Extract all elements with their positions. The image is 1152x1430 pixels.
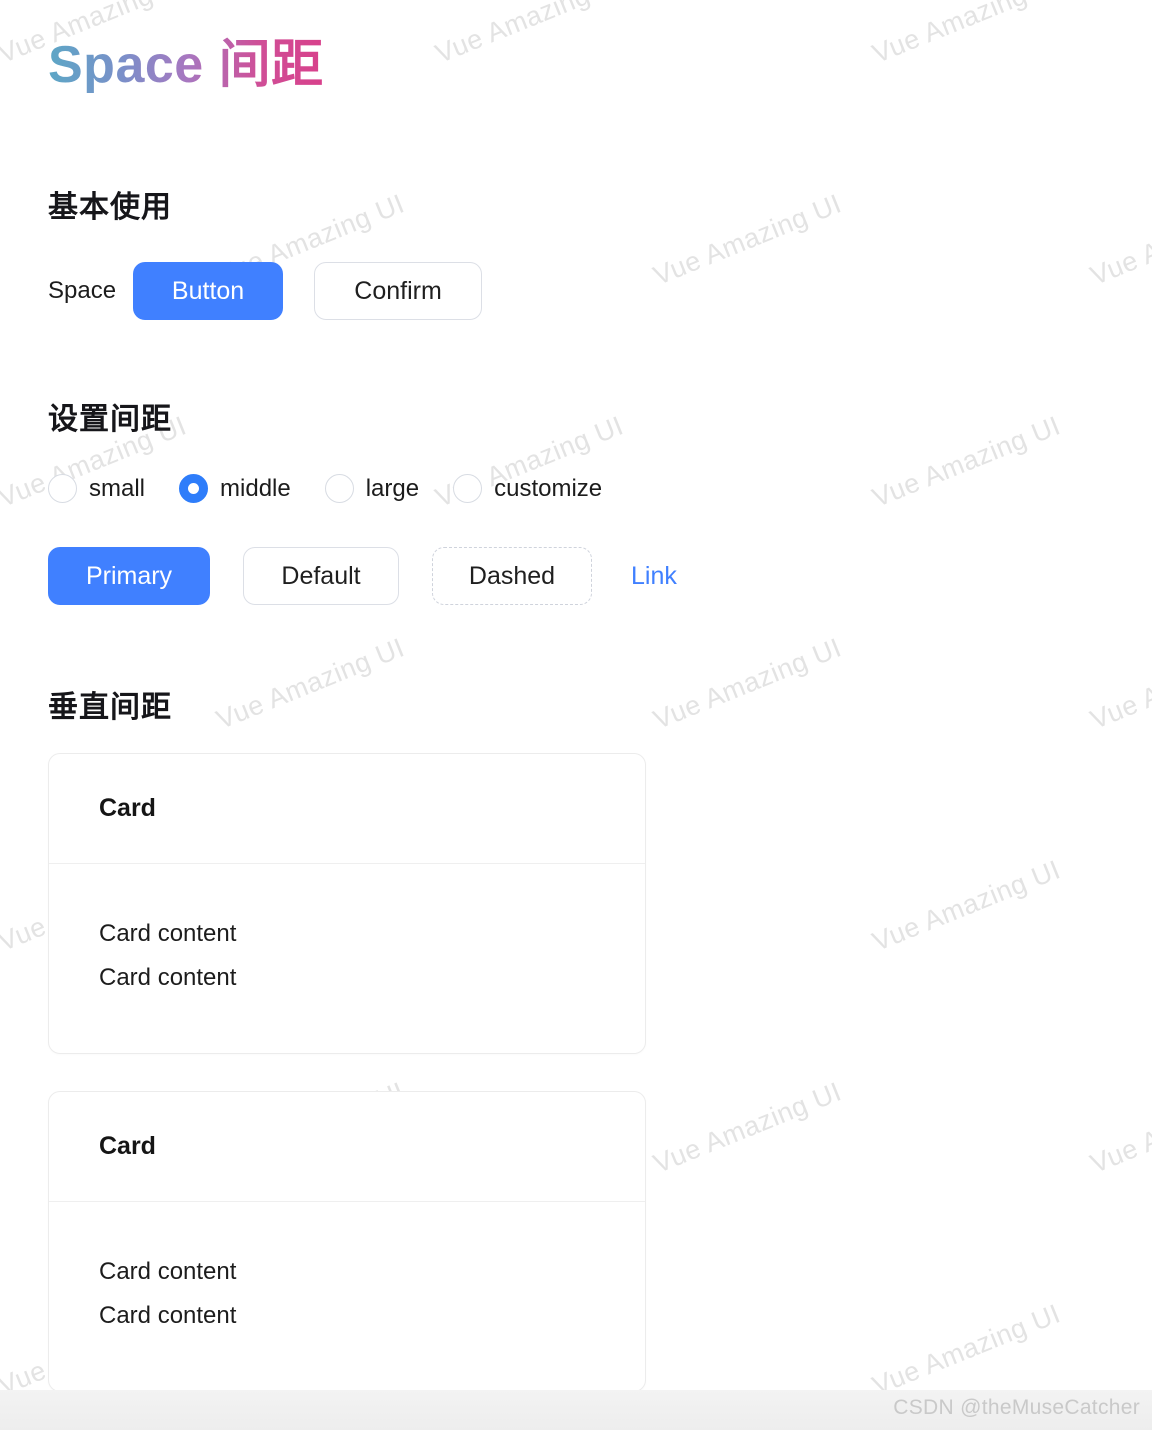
watermark-text: Vue Amazing UI <box>868 1298 1065 1401</box>
watermark-text: Vue Amazing UI <box>1086 188 1152 291</box>
button-basic-button[interactable]: Button <box>133 262 284 320</box>
watermark-text: Vue Amazing UI <box>649 1076 846 1179</box>
radio-label-large: large <box>365 474 420 502</box>
section-heading-setting: 设置间距 <box>48 402 172 437</box>
button-dashed[interactable]: Dashed <box>432 547 592 605</box>
basic-usage-row: Space Button Confirm <box>48 262 483 320</box>
watermark-text: Vue Amazing UI <box>1086 632 1152 735</box>
card: Card Card content Card content <box>48 753 646 1054</box>
spacing-demo-button-row: Primary Default Dashed Link <box>48 547 683 605</box>
page-title-en: Space <box>48 36 204 94</box>
card-title: Card <box>99 1131 156 1160</box>
footer-credit: CSDN @theMuseCatcher <box>893 1396 1140 1419</box>
watermark-text: Vue Amazing UI <box>649 632 846 735</box>
page-title: Space 间距 <box>0 0 324 96</box>
button-basic-confirm[interactable]: Confirm <box>314 262 483 320</box>
radio-item-small[interactable]: small <box>48 474 145 503</box>
radio-circle-icon <box>324 474 354 503</box>
radio-item-large[interactable]: large <box>324 474 420 503</box>
watermark-text: Vue Amazing UI <box>1086 1076 1152 1179</box>
button-primary[interactable]: Primary <box>48 547 210 605</box>
card-body: Card content Card content <box>49 1202 645 1391</box>
watermark-text: Vue Amazing UI <box>868 854 1065 957</box>
section-heading-vertical: 垂直间距 <box>48 690 172 725</box>
radio-circle-selected-icon <box>179 474 209 503</box>
page-root: Space 间距 基本使用 Space Button Confirm 设置间距 … <box>0 0 1152 1430</box>
card-content-line: Card content <box>99 964 237 992</box>
radio-circle-icon <box>48 474 77 503</box>
page-title-cn: 间距 <box>218 35 324 95</box>
card-content-line: Card content <box>99 1257 237 1285</box>
watermark-text: Vue Amazing UI <box>868 410 1065 513</box>
radio-item-customize[interactable]: customize <box>453 474 602 503</box>
card-content-line: Card content <box>99 920 237 947</box>
card-content-line: Card content <box>99 1302 237 1330</box>
card-body: Card content Card content <box>49 864 645 1053</box>
radio-item-middle[interactable]: middle <box>179 474 291 503</box>
section-heading-basic: 基本使用 <box>48 190 172 225</box>
radio-circle-icon <box>453 474 483 503</box>
button-link[interactable]: Link <box>625 547 683 605</box>
vertical-card-stack: Card Card content Card content Card Card… <box>48 753 646 1392</box>
radio-label-customize: customize <box>494 474 603 502</box>
card-header: Card <box>49 1092 645 1202</box>
watermark-text: Vue Amazing UI <box>212 632 409 735</box>
radio-label-middle: middle <box>220 474 291 502</box>
card-header: Card <box>49 754 645 864</box>
card-title: Card <box>99 794 156 822</box>
button-default[interactable]: Default <box>243 547 399 605</box>
spacing-size-radio-group: small middle large customize <box>48 474 602 503</box>
radio-label-small: small <box>89 474 146 502</box>
card: Card Card content Card content <box>48 1090 646 1392</box>
watermark-text: Vue Amazing UI <box>649 188 846 291</box>
space-label: Space <box>48 277 117 304</box>
